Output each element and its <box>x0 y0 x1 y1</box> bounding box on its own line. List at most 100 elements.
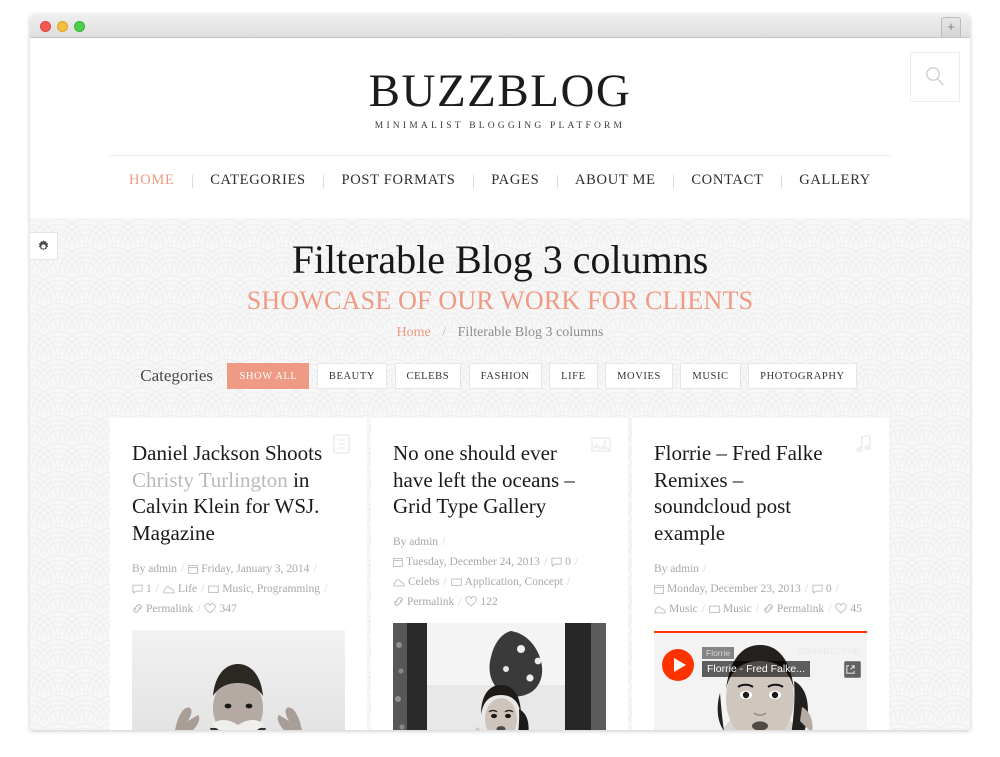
soundcloud-play-button[interactable] <box>662 649 694 681</box>
filter-button-beauty[interactable]: BEAUTY <box>316 362 388 389</box>
filter-button-fashion[interactable]: FASHION <box>468 362 542 389</box>
link-icon <box>394 597 403 607</box>
post-tags: Application, Concept <box>464 576 563 589</box>
nav-separator <box>556 174 558 188</box>
meta-separator: / <box>828 602 832 615</box>
nav-item-categories[interactable]: CATEGORIES <box>208 172 308 188</box>
filter-button-show-all[interactable]: SHOW ALL <box>227 362 310 389</box>
nav-item-pages[interactable]: PAGES <box>489 172 541 188</box>
tab-strip: + <box>30 14 970 38</box>
meta-separator: / <box>755 602 759 615</box>
post-card[interactable]: Daniel Jackson Shoots Christy Turlington… <box>110 418 367 730</box>
filter-label: Categories <box>140 365 213 385</box>
meta-separator: / <box>458 596 462 609</box>
soundcloud-brand: SOUNDCLOUD <box>798 647 861 656</box>
comment-icon <box>551 557 562 567</box>
tag-icon <box>208 585 220 593</box>
filter-button-music[interactable]: MUSIC <box>680 362 741 389</box>
post-permalink-item[interactable]: Permalink <box>132 603 193 615</box>
post-like-count: 347 <box>219 602 237 615</box>
post-thumbnail[interactable] <box>393 623 606 730</box>
post-date: Friday, January 3, 2014 <box>201 562 310 575</box>
post-tags-item[interactable]: Music <box>709 603 752 615</box>
post-category: Celebs <box>408 576 440 589</box>
logo-title: BUZZBLOG <box>368 65 632 117</box>
post-tags: Music <box>722 602 752 615</box>
nav-item-home[interactable]: HOME <box>127 172 177 188</box>
search-button[interactable] <box>910 52 960 102</box>
link-icon <box>764 604 773 613</box>
gear-icon <box>38 240 49 251</box>
post-tags-item[interactable]: Application, Concept <box>450 576 563 589</box>
meta-separator: / <box>155 582 159 595</box>
nav-item-post-formats[interactable]: POST FORMATS <box>339 172 457 188</box>
filter-button-photography[interactable]: PHOTOGRAPHY <box>748 362 857 389</box>
meta-separator: / <box>324 582 328 595</box>
post-card[interactable]: Florrie – Fred Falke Remixes – soundclou… <box>632 418 889 730</box>
post-date: Monday, December 23, 2013 <box>667 582 801 595</box>
post-date: Tuesday, December 24, 2013 <box>406 556 540 569</box>
calendar-icon <box>654 584 664 594</box>
nav-separator <box>472 174 474 188</box>
post-comments-item: 0 <box>812 583 832 595</box>
soundcloud-track-title[interactable]: Florrie - Fred Falke... <box>702 661 811 677</box>
theme-settings-button[interactable] <box>30 232 58 260</box>
post-category: Music <box>669 602 698 615</box>
header-divider <box>109 155 891 156</box>
post-title[interactable]: Daniel Jackson Shoots Christy Turlington… <box>132 440 345 547</box>
heart-icon <box>204 602 217 614</box>
page-viewport: BUZZBLOG MINIMALIST BLOGGING PLATFORM HO… <box>30 38 970 730</box>
page-body: Filterable Blog 3 columns SHOWCASE OF OU… <box>30 218 970 730</box>
category-filter-bar: Categories SHOW ALL BEAUTY CELEBS FASHIO… <box>30 362 970 389</box>
post-title[interactable]: No one should ever have left the oceans … <box>393 440 606 520</box>
post-thumbnail[interactable] <box>132 630 345 730</box>
post-permalink-item[interactable]: Permalink <box>763 603 824 615</box>
soundcloud-user[interactable]: Florrie <box>702 647 735 659</box>
post-permalink: Permalink <box>776 602 825 615</box>
soundcloud-share-button[interactable] <box>844 661 861 678</box>
post-author: By admin <box>393 535 439 548</box>
filter-button-movies[interactable]: MOVIES <box>605 362 673 389</box>
comment-icon <box>812 584 823 594</box>
post-tags-item[interactable]: Music, Programming <box>208 583 320 595</box>
post-photo-woman-outdoors <box>393 623 606 730</box>
music-note-icon <box>856 433 872 459</box>
post-likes-item[interactable]: 45 <box>835 603 862 615</box>
meta-separator: / <box>313 562 317 575</box>
breadcrumb-home-link[interactable]: Home <box>397 325 431 340</box>
post-date-item: Tuesday, December 24, 2013 <box>393 556 540 568</box>
post-category-item[interactable]: Celebs <box>393 576 439 588</box>
meta-separator: / <box>804 582 808 595</box>
nav-item-gallery[interactable]: GALLERY <box>797 172 873 188</box>
post-title-part1: No one should ever have left the oceans … <box>393 441 575 519</box>
comment-icon <box>132 584 143 594</box>
gallery-icon <box>591 434 611 457</box>
nav-item-contact[interactable]: CONTACT <box>689 172 765 188</box>
new-tab-button[interactable]: + <box>941 17 961 37</box>
post-category: Life <box>177 582 198 595</box>
post-category-item[interactable]: Life <box>163 583 197 595</box>
post-comment-count: 1 <box>146 582 152 595</box>
site-logo[interactable]: BUZZBLOG MINIMALIST BLOGGING PLATFORM <box>30 38 970 132</box>
calendar-icon <box>188 564 199 574</box>
soundcloud-player[interactable]: Florrie Florrie - Fred Falke... SOUNDCLO… <box>654 631 867 730</box>
meta-separator: / <box>442 535 446 548</box>
post-likes-item[interactable]: 347 <box>204 602 237 615</box>
heart-icon <box>835 602 848 614</box>
post-like-count: 122 <box>480 596 498 609</box>
nav-item-about-me[interactable]: ABOUT ME <box>573 172 658 188</box>
post-title[interactable]: Florrie – Fred Falke Remixes – soundclou… <box>654 440 867 547</box>
post-category-item[interactable]: Music <box>654 603 698 615</box>
post-permalink-item[interactable]: Permalink <box>393 596 454 608</box>
post-card[interactable]: No one should ever have left the oceans … <box>371 418 628 730</box>
post-tags: Music, Programming <box>222 582 321 595</box>
post-permalink: Permalink <box>146 602 194 615</box>
post-likes-item[interactable]: 122 <box>465 596 498 609</box>
filter-button-celebs[interactable]: CELEBS <box>394 362 462 389</box>
meta-separator: / <box>701 602 705 615</box>
browser-window: + BUZZBLOG MINIMALIST BLOGGING PLATFORM … <box>30 14 970 730</box>
post-comment-count: 0 <box>565 556 571 569</box>
filter-button-life[interactable]: LIFE <box>549 362 598 389</box>
cloud-icon <box>163 586 175 594</box>
nav-separator <box>672 174 674 188</box>
